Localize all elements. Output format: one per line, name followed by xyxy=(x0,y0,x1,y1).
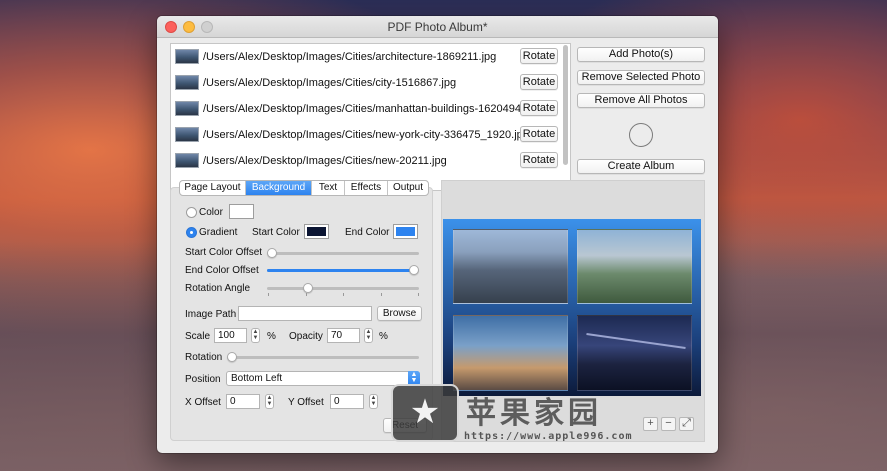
bridge-shape xyxy=(586,333,686,349)
start-color-offset-label: Start Color Offset xyxy=(185,247,263,258)
slider-tick xyxy=(418,293,419,296)
y-offset-stepper[interactable]: ▲ ▼ xyxy=(369,394,378,409)
tab-text[interactable]: Text xyxy=(312,181,345,195)
preview-photo xyxy=(577,315,692,391)
photo-path: /Users/Alex/Desktop/Images/Cities/manhat… xyxy=(203,103,539,115)
photo-list[interactable]: /Users/Alex/Desktop/Images/Cities/archit… xyxy=(170,43,571,191)
photo-list-item[interactable]: /Users/Alex/Desktop/Images/Cities/archit… xyxy=(171,44,563,70)
remove-all-photos-button[interactable]: Remove All Photos xyxy=(577,93,705,108)
position-label: Position xyxy=(185,374,221,385)
end-color-well[interactable] xyxy=(393,224,418,239)
rotate-button[interactable]: Rotate xyxy=(520,48,558,64)
image-path-label: Image Path xyxy=(185,309,237,320)
slider-knob[interactable] xyxy=(409,265,419,275)
slider-fill xyxy=(267,269,414,272)
preview-photo xyxy=(453,315,568,391)
position-selected-value: Bottom Left xyxy=(231,373,283,384)
photo-list-item[interactable]: /Users/Alex/Desktop/Images/Cities/city-1… xyxy=(171,70,563,96)
fit-to-window-button[interactable]: ⤢ xyxy=(679,417,694,431)
opacity-field[interactable]: 70 xyxy=(327,328,360,343)
x-offset-label: X Offset xyxy=(185,397,221,408)
end-color-label: End Color xyxy=(345,227,390,238)
x-offset-stepper[interactable]: ▲ ▼ xyxy=(265,394,274,409)
start-color-fill xyxy=(307,227,326,236)
start-color-label: Start Color xyxy=(252,227,300,238)
slider-tick xyxy=(343,293,344,296)
scale-unit: % xyxy=(267,331,276,342)
watermark-url: https://www.apple996.com xyxy=(464,431,633,442)
window-title: PDF Photo Album* xyxy=(387,20,488,34)
slider-tick xyxy=(268,293,269,296)
slider-tick xyxy=(381,293,382,296)
image-path-field[interactable] xyxy=(238,306,372,321)
rotation-slider[interactable] xyxy=(227,352,419,362)
opacity-stepper[interactable]: ▲ ▼ xyxy=(364,328,373,343)
zoom-in-button[interactable]: + xyxy=(643,417,658,431)
photo-path: /Users/Alex/Desktop/Images/Cities/archit… xyxy=(203,51,497,63)
zoom-out-button[interactable]: − xyxy=(661,417,676,431)
star-icon: ★ xyxy=(409,393,441,431)
slider-knob[interactable] xyxy=(267,248,277,258)
opacity-label: Opacity xyxy=(289,331,323,342)
photo-path: /Users/Alex/Desktop/Images/Cities/new-20… xyxy=(203,155,447,167)
watermark-text: 苹果家园 xyxy=(466,396,602,431)
start-color-offset-slider[interactable] xyxy=(267,248,419,258)
photo-list-item[interactable]: /Users/Alex/Desktop/Images/Cities/new-20… xyxy=(171,148,563,174)
tab-page-layout[interactable]: Page Layout xyxy=(180,181,246,195)
gradient-radio[interactable] xyxy=(186,227,197,238)
end-color-fill xyxy=(396,227,415,236)
photo-thumbnail xyxy=(175,49,199,64)
color-radio[interactable] xyxy=(186,207,197,218)
scale-label: Scale xyxy=(185,331,211,342)
rotate-button[interactable]: Rotate xyxy=(520,126,558,142)
preview-photo xyxy=(453,229,568,304)
browse-button[interactable]: Browse xyxy=(377,306,422,321)
watermark-logo: ★ xyxy=(391,384,459,442)
photo-path: /Users/Alex/Desktop/Images/Cities/city-1… xyxy=(203,77,457,89)
photo-thumbnail xyxy=(175,75,199,90)
photo-thumbnail xyxy=(175,101,199,116)
tab-output[interactable]: Output xyxy=(388,181,428,195)
color-well[interactable] xyxy=(229,204,254,219)
settings-tabs: Page Layout Background Text Effects Outp… xyxy=(179,180,429,196)
opacity-unit: % xyxy=(379,331,388,342)
slider-knob[interactable] xyxy=(227,352,237,362)
rotate-button[interactable]: Rotate xyxy=(520,74,558,90)
photo-path: /Users/Alex/Desktop/Images/Cities/new-yo… xyxy=(203,129,529,141)
rotate-button[interactable]: Rotate xyxy=(520,152,558,168)
rotation-angle-slider[interactable] xyxy=(267,283,419,293)
x-offset-field[interactable]: 0 xyxy=(226,394,260,409)
scale-stepper[interactable]: ▲ ▼ xyxy=(251,328,260,343)
slider-knob[interactable] xyxy=(302,283,313,293)
tab-effects[interactable]: Effects xyxy=(345,181,388,195)
progress-indicator xyxy=(629,123,653,147)
photo-list-item[interactable]: /Users/Alex/Desktop/Images/Cities/new-yo… xyxy=(171,122,563,148)
photo-thumbnail xyxy=(175,153,199,168)
rotation-angle-label: Rotation Angle xyxy=(185,283,251,294)
y-offset-field[interactable]: 0 xyxy=(330,394,364,409)
create-album-button[interactable]: Create Album xyxy=(577,159,705,174)
scale-field[interactable]: 100 xyxy=(214,328,247,343)
remove-selected-photo-button[interactable]: Remove Selected Photo xyxy=(577,70,705,85)
rotate-button[interactable]: Rotate xyxy=(520,100,558,116)
color-well-fill xyxy=(232,207,251,216)
photo-list-item[interactable]: /Users/Alex/Desktop/Images/Cities/manhat… xyxy=(171,96,563,122)
gradient-label: Gradient xyxy=(199,227,238,238)
end-color-offset-slider[interactable] xyxy=(267,265,419,275)
rotation-label: Rotation xyxy=(185,352,223,363)
color-label: Color xyxy=(199,207,223,218)
position-select[interactable]: Bottom Left ▲ ▼ xyxy=(226,371,420,386)
photo-thumbnail xyxy=(175,127,199,142)
photo-list-scrollbar[interactable] xyxy=(563,45,568,165)
tab-background[interactable]: Background xyxy=(246,181,312,195)
album-page-preview xyxy=(443,219,701,396)
add-photos-button[interactable]: Add Photo(s) xyxy=(577,47,705,62)
start-color-well[interactable] xyxy=(304,224,329,239)
title-bar[interactable]: PDF Photo Album* xyxy=(157,16,718,38)
preview-photo xyxy=(577,229,692,304)
slider-tick xyxy=(306,293,307,296)
y-offset-label: Y Offset xyxy=(288,397,324,408)
end-color-offset-label: End Color Offset xyxy=(185,265,259,276)
